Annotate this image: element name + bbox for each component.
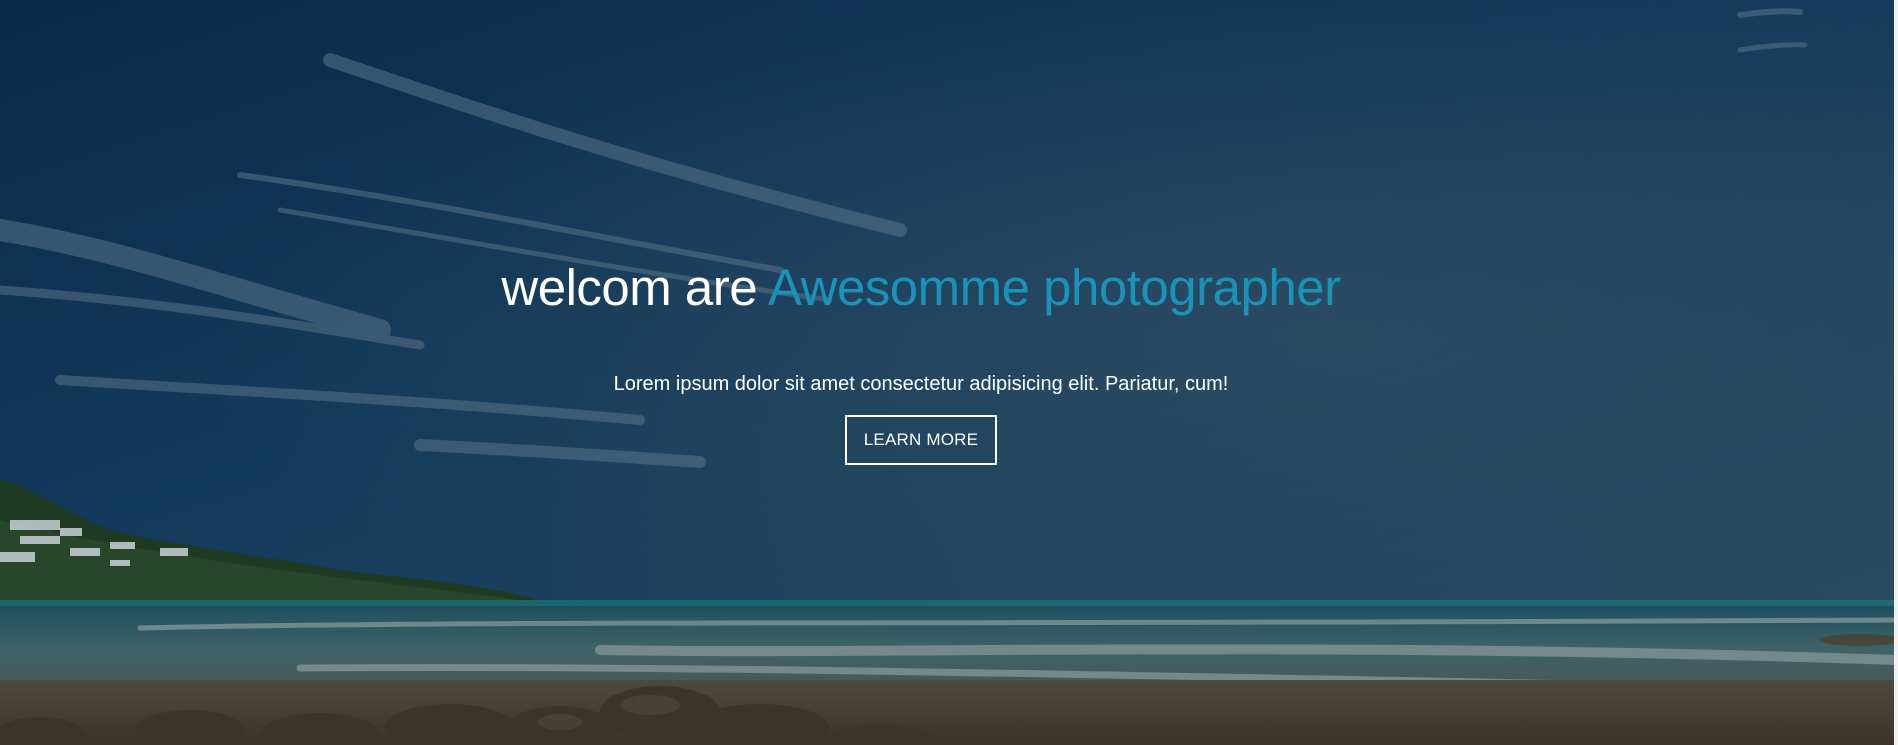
hero-section: welcom are Awesomme photographer Lorem i… bbox=[0, 0, 1898, 745]
learn-more-button[interactable]: LEARN MORE bbox=[845, 415, 997, 465]
headline-white-text: welcom are bbox=[501, 259, 758, 316]
hero-content: welcom are Awesomme photographer Lorem i… bbox=[0, 0, 1898, 745]
hero-headline: welcom are Awesomme photographer bbox=[0, 252, 1842, 324]
scrollbar-edge bbox=[1894, 0, 1898, 745]
hero-tagline: Lorem ipsum dolor sit amet consectetur a… bbox=[613, 373, 1229, 395]
headline-accent-text: Awesomme photographer bbox=[768, 259, 1341, 316]
